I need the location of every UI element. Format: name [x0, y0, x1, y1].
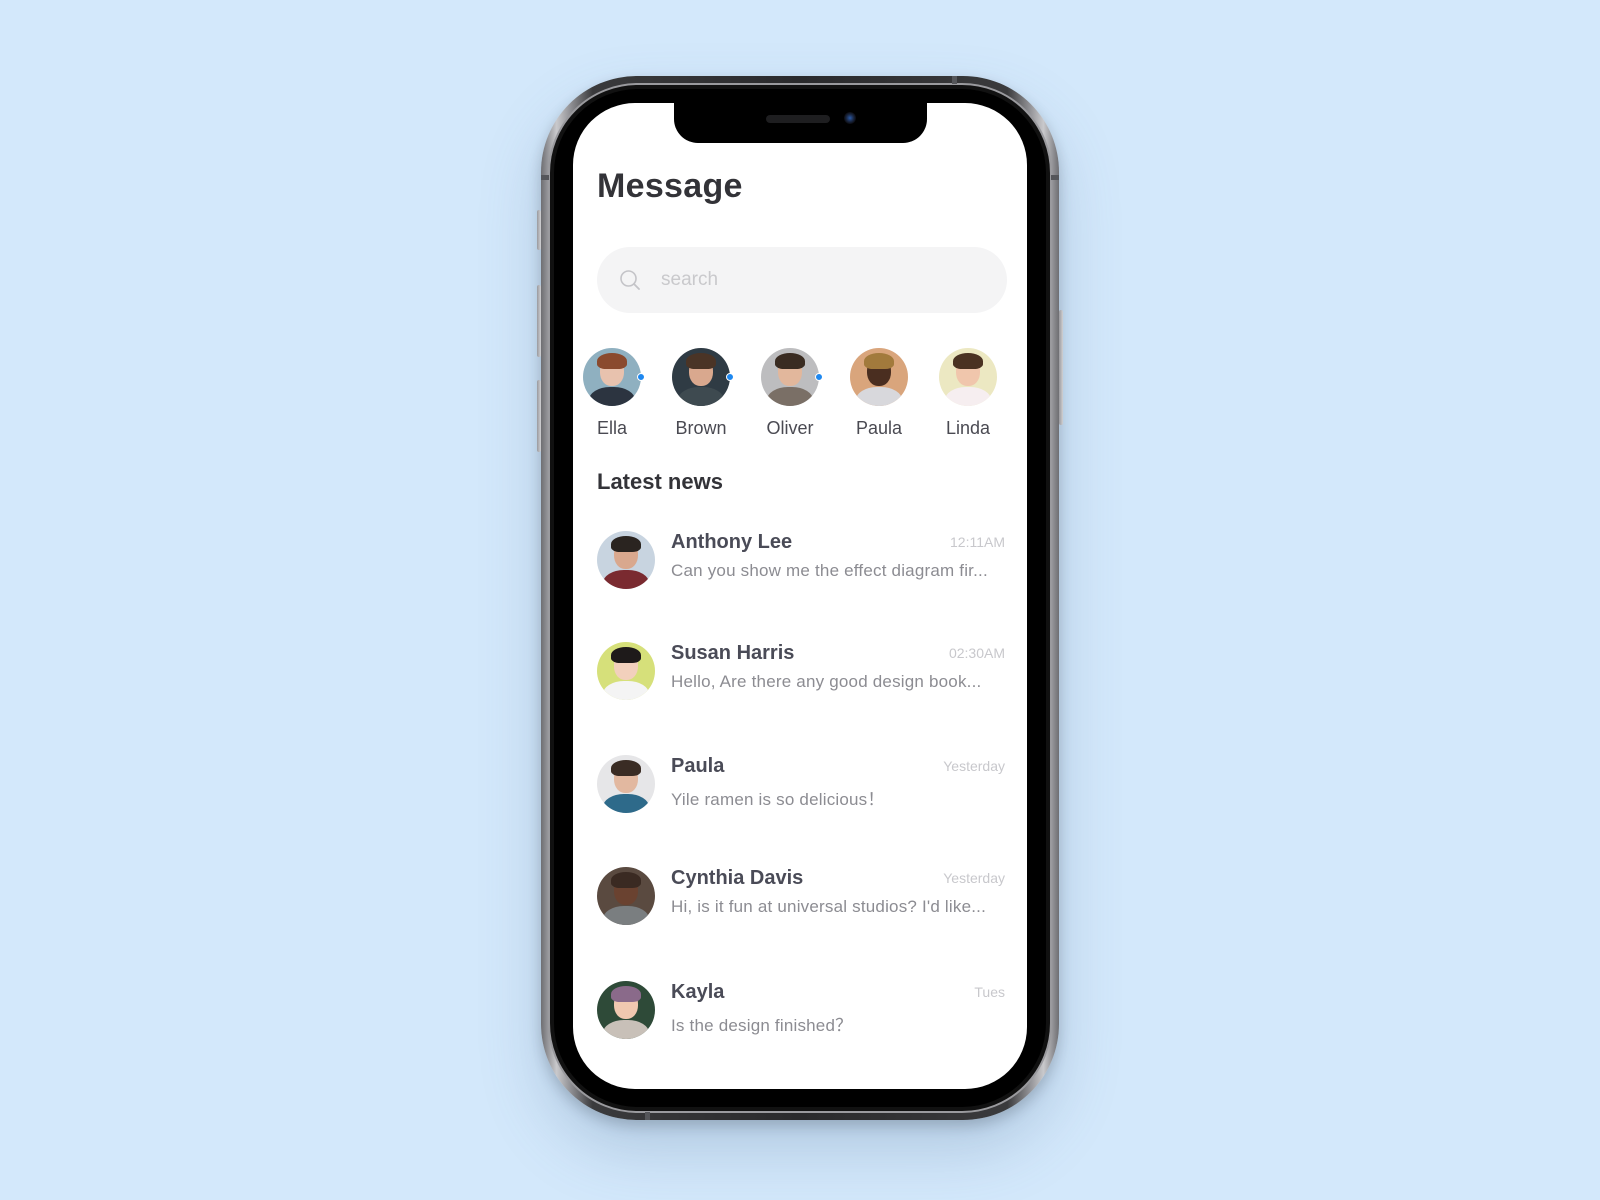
contacts-carousel: Ella Brown Oliver Paula Linda: [573, 348, 1027, 448]
volume-down-button: [537, 380, 541, 452]
message-item[interactable]: Anthony Lee 12:11AM Can you show me the …: [573, 525, 1027, 605]
online-indicator: [726, 373, 734, 381]
search-bar[interactable]: [597, 247, 1007, 313]
avatar: [939, 348, 997, 406]
message-preview: Hi, is it fun at universal studios? I'd …: [671, 897, 987, 916]
avatar: [597, 642, 655, 700]
message-item[interactable]: Susan Harris 02:30AM Hello, Are there an…: [573, 636, 1027, 716]
avatar-body: [677, 387, 725, 406]
antenna-band: [1051, 175, 1059, 180]
avatar-clip: [761, 348, 819, 406]
avatar-hair: [596, 352, 628, 369]
speaker-grille: [766, 115, 830, 123]
message-time: Yesterday: [943, 870, 1005, 886]
contact-name: Paula: [855, 418, 903, 438]
avatar-clip: [672, 348, 730, 406]
sender-name: Anthony Lee: [671, 531, 793, 553]
avatar-hair: [610, 985, 642, 1002]
antenna-band: [952, 76, 957, 84]
message-preview: Is the design finished？: [671, 1016, 853, 1035]
story-contact[interactable]: Ella: [573, 348, 652, 439]
message-preview: Can you show me the effect diagram fir..…: [671, 561, 988, 580]
avatar-body: [944, 387, 992, 406]
avatar-body: [602, 570, 650, 589]
mute-switch: [537, 210, 541, 250]
story-contact[interactable]: Linda: [928, 348, 1008, 439]
story-contact[interactable]: Brown: [661, 348, 741, 439]
sender-name: Kayla: [671, 981, 725, 1003]
avatar-body: [602, 794, 650, 813]
message-preview: Yile ramen is so delicious！: [671, 790, 885, 809]
antenna-band: [645, 1112, 650, 1120]
notch: [674, 103, 927, 143]
sender-name: Cynthia Davis: [671, 867, 804, 889]
avatar: [672, 348, 734, 406]
message-item[interactable]: Kayla Tues Is the design finished？: [573, 975, 1027, 1055]
avatar-hair: [610, 871, 642, 888]
avatar-body: [602, 681, 650, 700]
avatar-body: [602, 906, 650, 925]
story-contact[interactable]: Oliver: [750, 348, 830, 439]
page-title: Message: [597, 167, 743, 205]
message-time: 02:30AM: [948, 645, 1005, 661]
phone-screen: Message Ella Brown Oliver Paula Linda L: [573, 103, 1027, 1089]
avatar-clip: [583, 348, 641, 406]
message-time: Tues: [974, 984, 1005, 1000]
avatar-body: [602, 1020, 650, 1039]
avatar-body: [766, 387, 814, 406]
avatar: [597, 981, 655, 1039]
avatar-hair: [610, 759, 642, 776]
avatar: [597, 867, 655, 925]
message-item[interactable]: Cynthia Davis Yesterday Hi, is it fun at…: [573, 861, 1027, 941]
avatar-hair: [610, 535, 642, 552]
section-title: Latest news: [597, 469, 723, 494]
avatar-hair: [685, 352, 717, 369]
avatar-hair: [610, 646, 642, 663]
avatar: [850, 348, 908, 406]
search-icon: [620, 270, 640, 290]
avatar: [761, 348, 823, 406]
avatar: [583, 348, 645, 406]
contact-name: Oliver: [766, 418, 814, 438]
sender-name: Susan Harris: [671, 642, 795, 664]
message-item[interactable]: Paula Yesterday Yile ramen is so delicio…: [573, 749, 1027, 829]
contact-name: Ella: [596, 418, 627, 438]
contact-name: Brown: [675, 418, 727, 438]
online-indicator: [815, 373, 823, 381]
message-time: Yesterday: [943, 758, 1005, 774]
story-contact[interactable]: Paula: [839, 348, 919, 439]
sender-name: Paula: [671, 755, 725, 777]
avatar-body: [855, 387, 903, 406]
front-camera: [844, 112, 856, 124]
message-time: 12:11AM: [950, 534, 1005, 550]
power-button: [1059, 310, 1063, 425]
avatar: [597, 755, 655, 813]
avatar-body: [588, 387, 636, 406]
message-preview: Hello, Are there any good design book...: [671, 672, 982, 691]
volume-up-button: [537, 285, 541, 357]
avatar-hair: [774, 352, 806, 369]
avatar-hair: [863, 352, 895, 369]
antenna-band: [541, 175, 549, 180]
contact-name: Linda: [945, 418, 991, 438]
online-indicator: [637, 373, 645, 381]
search-input[interactable]: [661, 247, 991, 313]
avatar-hair: [952, 352, 984, 369]
avatar: [597, 531, 655, 589]
